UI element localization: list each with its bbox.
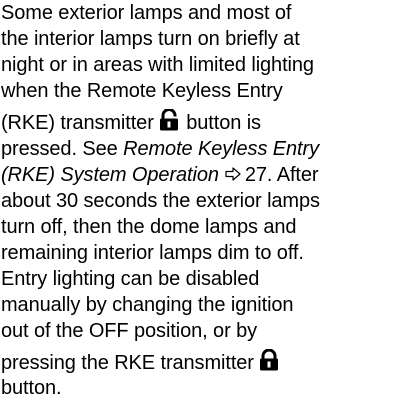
page-reference-arrow-icon: [225, 167, 241, 181]
paragraph-line: pressed. See Remote Keyless Entry: [1, 136, 319, 162]
paragraph-line: out of the OFF position, or by: [1, 320, 258, 342]
line-text: (RKE) transmitter: [1, 112, 154, 134]
line-text: pressing the RKE transmitter: [1, 352, 254, 374]
cross-reference-link[interactable]: (RKE) System Operation: [1, 164, 219, 186]
manual-page: Some exterior lamps and most of the inte…: [0, 0, 405, 413]
paragraph-line: Entry lighting can be disabled: [1, 268, 260, 290]
paragraph-line: remaining interior lamps dim to off.: [1, 242, 304, 264]
paragraph-line: night or in areas with limited lighting: [1, 54, 314, 76]
unlock-icon: [159, 109, 179, 131]
paragraph-line: Some exterior lamps and most of: [1, 2, 292, 24]
paragraph-line: when the Remote Keyless Entry: [1, 80, 283, 102]
paragraph-line: (RKE) System Operation 27. After: [1, 162, 319, 188]
paragraph-line: button.: [1, 377, 62, 399]
lock-icon: [259, 349, 279, 371]
page-number[interactable]: 27: [245, 164, 267, 186]
paragraph-line: (RKE) transmitter button is: [1, 109, 261, 135]
cross-reference-link[interactable]: Remote Keyless Entry: [123, 138, 319, 160]
paragraph-line: about 30 seconds the exterior lamps: [1, 190, 320, 212]
line-text: pressed. See: [1, 138, 118, 160]
paragraph-line: manually by changing the ignition: [1, 294, 294, 316]
paragraph-line: turn off, then the dome lamps and: [1, 216, 297, 238]
line-text: . After: [266, 164, 319, 186]
paragraph-line: pressing the RKE transmitter: [1, 349, 281, 375]
paragraph-line: the interior lamps turn on briefly at: [1, 28, 300, 50]
line-text: button is: [186, 112, 261, 134]
